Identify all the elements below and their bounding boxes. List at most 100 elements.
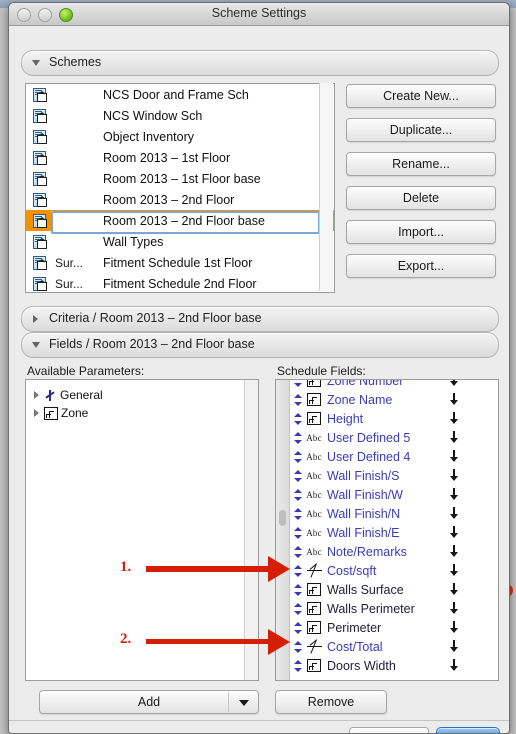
reorder-handle-icon[interactable]: [292, 659, 302, 672]
reorder-handle-icon[interactable]: [292, 640, 302, 653]
sort-descending-icon[interactable]: [450, 602, 459, 615]
abc-icon: Abc: [306, 527, 322, 538]
reorder-handle-icon[interactable]: [292, 380, 302, 387]
sort-descending-icon[interactable]: [450, 659, 459, 672]
duplicate-button[interactable]: Duplicate...: [346, 118, 496, 142]
schemes-list-scrollbar[interactable]: [319, 83, 333, 291]
scheme-row[interactable]: Wall Types: [26, 231, 334, 252]
schedule-field-row[interactable]: Perimeter: [276, 618, 498, 637]
add-button[interactable]: Add: [39, 690, 259, 714]
schedule-field-label: Note/Remarks: [327, 544, 407, 559]
remove-button[interactable]: Remove: [275, 690, 387, 714]
scheme-row[interactable]: Room 2013 – 2nd Floor: [26, 189, 334, 210]
scheme-row[interactable]: Object Inventory: [26, 126, 334, 147]
add-button-divider: [228, 692, 229, 712]
create-new-button[interactable]: Create New...: [346, 84, 496, 108]
reorder-handle-icon[interactable]: [292, 450, 302, 463]
schemes-group-label: Schemes: [49, 55, 102, 69]
scheme-row[interactable]: Sur... Fitment Schedule 1st Floor: [26, 252, 334, 273]
scheme-row[interactable]: NCS Door and Frame Sch: [26, 84, 334, 105]
zone-icon: [307, 583, 321, 596]
import-button[interactable]: Import...: [346, 220, 496, 244]
sort-descending-icon[interactable]: [450, 564, 459, 577]
sort-descending-icon[interactable]: [450, 469, 459, 482]
schedule-field-row[interactable]: Zone Number: [276, 379, 498, 390]
reorder-handle-icon[interactable]: [292, 393, 302, 406]
criteria-group-header[interactable]: Criteria / Room 2013 – 2nd Floor base: [21, 306, 499, 332]
schedule-field-row[interactable]: Abc Note/Remarks: [276, 542, 498, 561]
sort-descending-icon[interactable]: [450, 621, 459, 634]
available-parameters-pane[interactable]: General Zone: [25, 379, 259, 681]
scheme-icon: [29, 108, 51, 123]
schedule-field-row[interactable]: Abc User Defined 5: [276, 428, 498, 447]
schedule-field-row[interactable]: Height: [276, 409, 498, 428]
schedule-fields-pane[interactable]: Zone Number Zone Name Height Abc User Define…: [275, 379, 499, 681]
abc-icon: Abc: [306, 432, 322, 443]
schedule-field-row[interactable]: Abc Wall Finish/W: [276, 485, 498, 504]
schedule-field-row[interactable]: Cost/Total: [276, 637, 498, 656]
window-titlebar[interactable]: Scheme Settings: [9, 3, 509, 26]
schedule-field-label: Cost/sqft: [327, 563, 377, 578]
scheme-row[interactable]: Sur... Fitment Schedule 2nd Floor: [26, 273, 334, 292]
scheme-row[interactable]: Room 2013 – 2nd Floor base: [26, 210, 334, 234]
export-button[interactable]: Export...: [346, 254, 496, 278]
schedule-field-row[interactable]: Walls Perimeter: [276, 599, 498, 618]
sort-descending-icon[interactable]: [450, 640, 459, 653]
available-parameter-label: General: [60, 388, 103, 402]
sort-descending-icon[interactable]: [450, 412, 459, 425]
schedule-field-row[interactable]: Walls Surface: [276, 580, 498, 599]
cancel-button[interactable]: Cancel: [349, 727, 429, 733]
schedule-field-row[interactable]: Abc Wall Finish/S: [276, 466, 498, 485]
sort-descending-icon[interactable]: [450, 583, 459, 596]
reorder-handle-icon[interactable]: [292, 545, 302, 558]
sort-descending-icon[interactable]: [450, 431, 459, 444]
schedule-field-row[interactable]: Cost/sqft: [276, 561, 498, 580]
ok-button[interactable]: OK: [436, 727, 500, 733]
formula-icon: [306, 638, 322, 654]
available-parameter-row[interactable]: General: [26, 386, 258, 404]
fields-group-header[interactable]: Fields / Room 2013 – 2nd Floor base: [21, 332, 499, 358]
scheme-row[interactable]: Room 2013 – 1st Floor: [26, 147, 334, 168]
schedule-field-label: Zone Number: [327, 379, 404, 388]
schedule-field-label: Wall Finish/N: [327, 506, 401, 521]
sort-descending-icon[interactable]: [450, 488, 459, 501]
zone-icon: [44, 406, 58, 420]
sort-descending-icon[interactable]: [450, 507, 459, 520]
schemes-list[interactable]: NCS Door and Frame Sch NCS Window Sch Obje…: [25, 83, 335, 293]
reorder-handle-icon[interactable]: [292, 507, 302, 520]
schedule-field-row[interactable]: Zone Name: [276, 390, 498, 409]
delete-button[interactable]: Delete: [346, 186, 496, 210]
schedule-field-label: Walls Surface: [327, 582, 404, 597]
available-parameter-row[interactable]: Zone: [26, 404, 258, 422]
sort-descending-icon[interactable]: [450, 526, 459, 539]
reorder-handle-icon[interactable]: [292, 488, 302, 501]
schemes-group-header[interactable]: Schemes: [21, 50, 499, 76]
reorder-handle-icon[interactable]: [292, 526, 302, 539]
zone-icon: [307, 412, 321, 425]
reorder-handle-icon[interactable]: [292, 469, 302, 482]
reorder-handle-icon[interactable]: [292, 621, 302, 634]
sort-descending-icon[interactable]: [450, 393, 459, 406]
schedule-field-label: Walls Perimeter: [327, 601, 415, 616]
reorder-handle-icon[interactable]: [292, 602, 302, 615]
sort-descending-icon[interactable]: [450, 545, 459, 558]
reorder-handle-icon[interactable]: [292, 431, 302, 444]
available-parameters-scrollbar[interactable]: [244, 380, 258, 680]
sort-descending-icon[interactable]: [450, 450, 459, 463]
schedule-field-row[interactable]: Abc Wall Finish/N: [276, 504, 498, 523]
schedule-field-row[interactable]: Abc Wall Finish/E: [276, 523, 498, 542]
criteria-group-label: Criteria / Room 2013 – 2nd Floor base: [49, 311, 262, 325]
schedule-field-label: Doors Width: [327, 658, 396, 673]
reorder-handle-icon[interactable]: [292, 564, 302, 577]
scheme-name: NCS Door and Frame Sch: [103, 87, 249, 102]
reorder-handle-icon[interactable]: [292, 412, 302, 425]
schedule-db-icon: [33, 129, 47, 144]
sort-descending-icon[interactable]: [450, 380, 459, 387]
reorder-handle-icon[interactable]: [292, 583, 302, 596]
rename-button[interactable]: Rename...: [346, 152, 496, 176]
schedule-field-row[interactable]: Abc User Defined 4: [276, 447, 498, 466]
scheme-row[interactable]: Room 2013 – 1st Floor base: [26, 168, 334, 189]
schedule-field-label: Wall Finish/W: [327, 487, 403, 502]
schedule-field-row[interactable]: Doors Width: [276, 656, 498, 675]
scheme-row[interactable]: NCS Window Sch: [26, 105, 334, 126]
